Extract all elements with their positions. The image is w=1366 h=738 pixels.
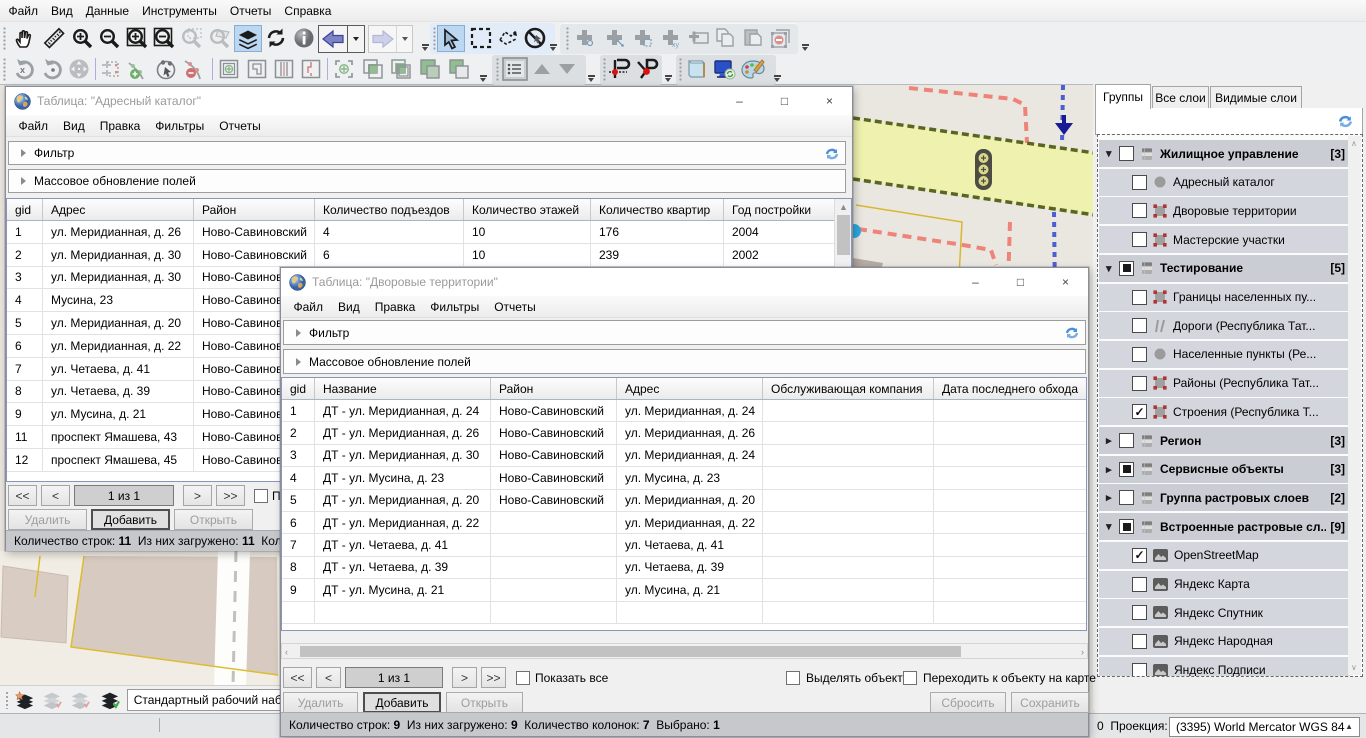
svg-text:xy: xy <box>672 42 680 49</box>
svg-text:x: x <box>20 65 25 75</box>
